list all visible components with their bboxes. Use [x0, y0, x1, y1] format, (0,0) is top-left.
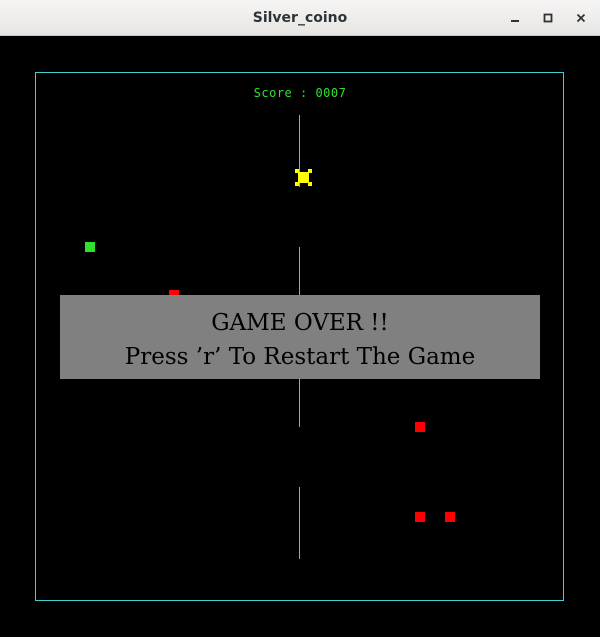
game-canvas[interactable]: Score : 0007 GAME OVER !! Press ’r’ To R… — [0, 36, 600, 637]
game-over-text: GAME OVER !! — [211, 310, 389, 336]
coin — [295, 169, 312, 186]
maximize-button[interactable] — [537, 7, 559, 29]
minimize-icon — [510, 13, 520, 23]
score-display: Score : 0007 — [253, 86, 347, 100]
maximize-icon — [543, 13, 553, 23]
close-button[interactable] — [570, 7, 592, 29]
enemy-square — [445, 512, 455, 522]
restart-hint-text: Press ’r’ To Restart The Game — [124, 344, 476, 370]
game-over-overlay: GAME OVER !! Press ’r’ To Restart The Ga… — [60, 295, 540, 379]
enemy-square — [415, 512, 425, 522]
close-icon — [576, 13, 586, 23]
minimize-button[interactable] — [504, 7, 526, 29]
enemy-square — [415, 422, 425, 432]
center-line-segment — [299, 487, 300, 559]
player-square — [85, 242, 95, 252]
window-titlebar: Silver_coino — [0, 0, 600, 36]
